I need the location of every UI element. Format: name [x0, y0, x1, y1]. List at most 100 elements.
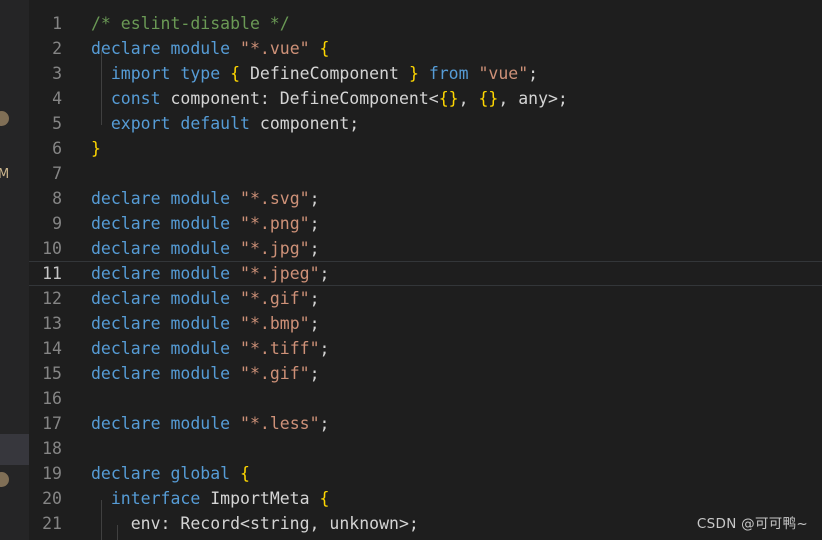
code-line[interactable]: 19 declare global { [29, 461, 822, 486]
code-line[interactable]: 4 const component: DefineComponent<{}, {… [29, 86, 822, 111]
code-text: declare module "*.svg"; [91, 189, 320, 208]
token: ; [309, 239, 320, 258]
token: type [180, 64, 221, 83]
token: "*.vue" [240, 39, 310, 58]
code-text: declare module "*.jpg"; [91, 239, 320, 258]
sidebar-selected-row[interactable] [0, 434, 29, 465]
token: declare [91, 364, 161, 383]
token: { [319, 489, 330, 508]
line-number: 3 [52, 64, 62, 83]
token: , any>; [498, 89, 568, 108]
token: declare [91, 289, 161, 308]
code-line[interactable]: 20 interface ImportMeta { [29, 486, 822, 511]
token: from [428, 64, 469, 83]
line-number: 11 [42, 264, 62, 283]
token: DefineComponent [240, 64, 409, 83]
token: declare [91, 264, 161, 283]
token: { [319, 39, 330, 58]
token: "*.png" [240, 214, 310, 233]
line-number: 7 [52, 164, 62, 183]
code-text: env: Record<string, unknown>; [91, 514, 419, 533]
token: module [170, 289, 231, 308]
code-text: declare module "*.gif"; [91, 289, 320, 308]
code-line[interactable]: 8 declare module "*.svg"; [29, 186, 822, 211]
token: declare [91, 239, 161, 258]
code-editor[interactable]: 1 /* eslint-disable */ 2 declare module "*.… [29, 0, 822, 540]
code-line[interactable]: 5 export default component; [29, 111, 822, 136]
token: component; [249, 114, 360, 133]
code-line[interactable]: 12 declare module "*.gif"; [29, 286, 822, 311]
token: declare [91, 464, 161, 483]
sidebar-letter-label: M [0, 167, 9, 182]
code-surface[interactable]: 1 /* eslint-disable */ 2 declare module "*.… [29, 11, 822, 540]
code-line-active[interactable]: 11 declare module "*.jpeg"; [29, 261, 822, 286]
sidebar-strip[interactable]: M [0, 0, 29, 540]
token: module [170, 339, 231, 358]
code-line[interactable]: 3 import type { DefineComponent } from "… [29, 61, 822, 86]
token: const [110, 89, 161, 108]
token: { [240, 464, 250, 483]
token: module [170, 39, 231, 58]
token: "*.gif" [240, 364, 310, 383]
token: module [170, 364, 231, 383]
code-line[interactable]: 18 [29, 436, 822, 461]
line-number: 13 [42, 314, 62, 333]
code-line[interactable]: 1 /* eslint-disable */ [29, 11, 822, 36]
code-line[interactable]: 10 declare module "*.jpg"; [29, 236, 822, 261]
token: component: DefineComponent< [160, 89, 439, 108]
code-line[interactable]: 15 declare module "*.gif"; [29, 361, 822, 386]
code-line[interactable]: 17 declare module "*.less"; [29, 411, 822, 436]
token: declare [91, 339, 161, 358]
code-text: /* eslint-disable */ [91, 14, 290, 33]
code-line[interactable]: 16 [29, 386, 822, 411]
token: ; [309, 189, 320, 208]
code-text: declare global { [91, 464, 250, 483]
token: ; [309, 364, 320, 383]
code-line[interactable]: 7 [29, 161, 822, 186]
token: env: Record<string, unknown>; [91, 514, 419, 533]
token: declare [91, 214, 161, 233]
code-text: declare module "*.tiff"; [91, 339, 329, 358]
token: {} [438, 89, 459, 108]
code-line[interactable]: 9 declare module "*.png"; [29, 211, 822, 236]
code-line[interactable]: 13 declare module "*.bmp"; [29, 311, 822, 336]
code-text: declare module "*.gif"; [91, 364, 320, 383]
token: ImportMeta [200, 489, 320, 508]
sidebar-dot-icon-1[interactable] [0, 111, 9, 126]
code-line[interactable]: 14 declare module "*.tiff"; [29, 336, 822, 361]
token: } [408, 64, 419, 83]
token: module [170, 264, 231, 283]
code-text: declare module "*.less"; [91, 414, 329, 433]
watermark-label: CSDN @可可鸭~ [696, 516, 808, 532]
token: "vue" [478, 64, 529, 83]
code-line[interactable]: 6} [29, 136, 822, 161]
token: "*.jpeg" [240, 264, 320, 283]
code-text: } [91, 139, 101, 158]
token: "*.jpg" [240, 239, 310, 258]
token: declare [91, 39, 161, 58]
token: declare [91, 189, 161, 208]
code-line[interactable]: 2 declare module "*.vue" { [29, 36, 822, 61]
token: "*.gif" [240, 289, 310, 308]
line-number: 15 [42, 364, 62, 383]
line-number: 14 [42, 339, 62, 358]
sidebar-dot-icon-2[interactable] [0, 472, 9, 487]
token: ; [309, 214, 320, 233]
